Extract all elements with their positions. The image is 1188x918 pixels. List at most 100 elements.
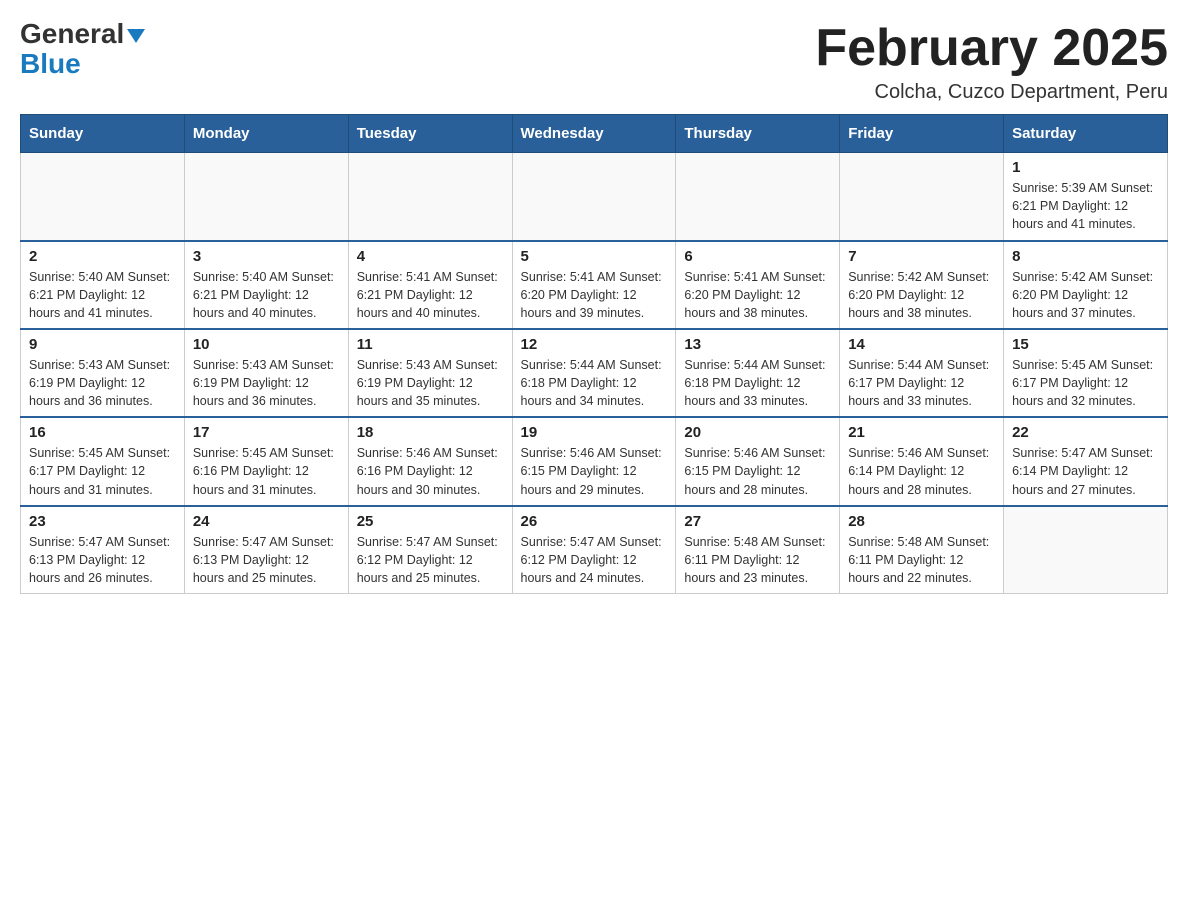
col-monday: Monday: [184, 115, 348, 153]
calendar-cell: 5 Sunrise: 5:41 AM Sunset: 6:20 PM Daylig…: [512, 241, 676, 329]
calendar-cell: [676, 153, 840, 241]
day-number: 12: [521, 336, 668, 353]
logo-line1: General: [20, 20, 145, 48]
calendar-cell: 14Sunrise: 5:44 AM Sunset: 6:17 PM Dayli…: [840, 329, 1004, 417]
col-wednesday: Wednesday: [512, 115, 676, 153]
calendar-cell: 9 Sunrise: 5:43 AM Sunset: 6:19 PM Daylig…: [21, 329, 185, 417]
day-number: 24: [193, 513, 340, 530]
day-number: 19: [521, 424, 668, 441]
day-info: Sunrise: 5:46 AM Sunset: 6:15 PM Dayligh…: [521, 444, 668, 498]
calendar-cell: 23 Sunrise: 5:47 AM Sunset: 6:13 PM Dayli…: [21, 506, 185, 594]
day-info: Sunrise: 5:47 AM Sunset: 6:14 PM Dayligh…: [1012, 444, 1159, 498]
month-title: February 2025: [815, 20, 1168, 77]
calendar-week-row: 2Sunrise: 5:40 AM Sunset: 6:21 PM Daylig…: [21, 241, 1168, 329]
day-info: Sunrise: 5:48 AM Sunset: 6:11 PM Dayligh…: [848, 533, 995, 587]
calendar-cell: 4Sunrise: 5:41 AM Sunset: 6:21 PM Daylig…: [348, 241, 512, 329]
calendar-cell: 6 Sunrise: 5:41 AM Sunset: 6:20 PM Daylig…: [676, 241, 840, 329]
calendar-cell: 20 Sunrise: 5:46 AM Sunset: 6:15 PM Dayli…: [676, 417, 840, 505]
day-info: Sunrise: 5:42 AM Sunset: 6:20 PM Dayligh…: [1012, 268, 1159, 322]
day-info: Sunrise: 5:47 AM Sunset: 6:13 PM Dayligh…: [193, 533, 340, 587]
calendar-week-row: 9 Sunrise: 5:43 AM Sunset: 6:19 PM Daylig…: [21, 329, 1168, 417]
day-number: 5: [521, 248, 668, 265]
day-info: Sunrise: 5:46 AM Sunset: 6:14 PM Dayligh…: [848, 444, 995, 498]
calendar-cell: 12 Sunrise: 5:44 AM Sunset: 6:18 PM Dayli…: [512, 329, 676, 417]
calendar-cell: 8 Sunrise: 5:42 AM Sunset: 6:20 PM Daylig…: [1004, 241, 1168, 329]
day-number: 7: [848, 248, 995, 265]
day-info: Sunrise: 5:43 AM Sunset: 6:19 PM Dayligh…: [357, 356, 504, 410]
calendar-cell: 1 Sunrise: 5:39 AM Sunset: 6:21 PM Daylig…: [1004, 153, 1168, 241]
calendar-week-row: 16 Sunrise: 5:45 AM Sunset: 6:17 PM Dayli…: [21, 417, 1168, 505]
subtitle: Colcha, Cuzco Department, Peru: [815, 81, 1168, 104]
calendar-cell: 7 Sunrise: 5:42 AM Sunset: 6:20 PM Daylig…: [840, 241, 1004, 329]
col-sunday: Sunday: [21, 115, 185, 153]
day-info: Sunrise: 5:39 AM Sunset: 6:21 PM Dayligh…: [1012, 179, 1159, 233]
calendar-cell: 17 Sunrise: 5:45 AM Sunset: 6:16 PM Dayli…: [184, 417, 348, 505]
calendar-cell: 11Sunrise: 5:43 AM Sunset: 6:19 PM Dayli…: [348, 329, 512, 417]
day-info: Sunrise: 5:48 AM Sunset: 6:11 PM Dayligh…: [684, 533, 831, 587]
calendar-cell: [512, 153, 676, 241]
col-friday: Friday: [840, 115, 1004, 153]
calendar-cell: 21 Sunrise: 5:46 AM Sunset: 6:14 PM Dayli…: [840, 417, 1004, 505]
calendar-cell: 25 Sunrise: 5:47 AM Sunset: 6:12 PM Dayli…: [348, 506, 512, 594]
calendar-cell: 3 Sunrise: 5:40 AM Sunset: 6:21 PM Daylig…: [184, 241, 348, 329]
day-number: 23: [29, 513, 176, 530]
day-info: Sunrise: 5:41 AM Sunset: 6:20 PM Dayligh…: [684, 268, 831, 322]
day-info: Sunrise: 5:45 AM Sunset: 6:17 PM Dayligh…: [1012, 356, 1159, 410]
day-number: 9: [29, 336, 176, 353]
day-number: 13: [684, 336, 831, 353]
calendar-cell: 16 Sunrise: 5:45 AM Sunset: 6:17 PM Dayli…: [21, 417, 185, 505]
calendar-cell: 2Sunrise: 5:40 AM Sunset: 6:21 PM Daylig…: [21, 241, 185, 329]
day-number: 28: [848, 513, 995, 530]
calendar-cell: 15 Sunrise: 5:45 AM Sunset: 6:17 PM Dayli…: [1004, 329, 1168, 417]
calendar-cell: 22Sunrise: 5:47 AM Sunset: 6:14 PM Dayli…: [1004, 417, 1168, 505]
calendar-cell: [1004, 506, 1168, 594]
day-info: Sunrise: 5:40 AM Sunset: 6:21 PM Dayligh…: [29, 268, 176, 322]
day-info: Sunrise: 5:47 AM Sunset: 6:13 PM Dayligh…: [29, 533, 176, 587]
day-info: Sunrise: 5:40 AM Sunset: 6:21 PM Dayligh…: [193, 268, 340, 322]
day-number: 8: [1012, 248, 1159, 265]
day-number: 17: [193, 424, 340, 441]
day-info: Sunrise: 5:44 AM Sunset: 6:18 PM Dayligh…: [521, 356, 668, 410]
calendar-cell: 27 Sunrise: 5:48 AM Sunset: 6:11 PM Dayli…: [676, 506, 840, 594]
day-number: 1: [1012, 159, 1159, 176]
col-tuesday: Tuesday: [348, 115, 512, 153]
calendar-cell: 26Sunrise: 5:47 AM Sunset: 6:12 PM Dayli…: [512, 506, 676, 594]
day-number: 16: [29, 424, 176, 441]
day-number: 27: [684, 513, 831, 530]
day-number: 10: [193, 336, 340, 353]
title-area: February 2025 Colcha, Cuzco Department, …: [815, 20, 1168, 104]
day-number: 20: [684, 424, 831, 441]
day-number: 4: [357, 248, 504, 265]
day-info: Sunrise: 5:43 AM Sunset: 6:19 PM Dayligh…: [193, 356, 340, 410]
day-info: Sunrise: 5:41 AM Sunset: 6:20 PM Dayligh…: [521, 268, 668, 322]
day-info: Sunrise: 5:44 AM Sunset: 6:18 PM Dayligh…: [684, 356, 831, 410]
calendar-cell: 28 Sunrise: 5:48 AM Sunset: 6:11 PM Dayli…: [840, 506, 1004, 594]
day-info: Sunrise: 5:45 AM Sunset: 6:16 PM Dayligh…: [193, 444, 340, 498]
day-number: 15: [1012, 336, 1159, 353]
calendar-cell: [184, 153, 348, 241]
day-info: Sunrise: 5:47 AM Sunset: 6:12 PM Dayligh…: [357, 533, 504, 587]
calendar-header-row: Sunday Monday Tuesday Wednesday Thursday…: [21, 115, 1168, 153]
day-info: Sunrise: 5:44 AM Sunset: 6:17 PM Dayligh…: [848, 356, 995, 410]
day-number: 6: [684, 248, 831, 265]
calendar-cell: 18Sunrise: 5:46 AM Sunset: 6:16 PM Dayli…: [348, 417, 512, 505]
calendar-cell: [840, 153, 1004, 241]
calendar-cell: 19 Sunrise: 5:46 AM Sunset: 6:15 PM Dayli…: [512, 417, 676, 505]
day-number: 26: [521, 513, 668, 530]
day-info: Sunrise: 5:46 AM Sunset: 6:16 PM Dayligh…: [357, 444, 504, 498]
day-info: Sunrise: 5:43 AM Sunset: 6:19 PM Dayligh…: [29, 356, 176, 410]
logo-line2: Blue: [20, 48, 81, 80]
day-info: Sunrise: 5:46 AM Sunset: 6:15 PM Dayligh…: [684, 444, 831, 498]
calendar: Sunday Monday Tuesday Wednesday Thursday…: [20, 114, 1168, 594]
col-saturday: Saturday: [1004, 115, 1168, 153]
calendar-cell: [348, 153, 512, 241]
day-info: Sunrise: 5:42 AM Sunset: 6:20 PM Dayligh…: [848, 268, 995, 322]
calendar-cell: 13 Sunrise: 5:44 AM Sunset: 6:18 PM Dayli…: [676, 329, 840, 417]
day-number: 21: [848, 424, 995, 441]
day-info: Sunrise: 5:45 AM Sunset: 6:17 PM Dayligh…: [29, 444, 176, 498]
day-number: 25: [357, 513, 504, 530]
day-number: 3: [193, 248, 340, 265]
calendar-week-row: 1 Sunrise: 5:39 AM Sunset: 6:21 PM Daylig…: [21, 153, 1168, 241]
calendar-cell: [21, 153, 185, 241]
calendar-week-row: 23 Sunrise: 5:47 AM Sunset: 6:13 PM Dayli…: [21, 506, 1168, 594]
